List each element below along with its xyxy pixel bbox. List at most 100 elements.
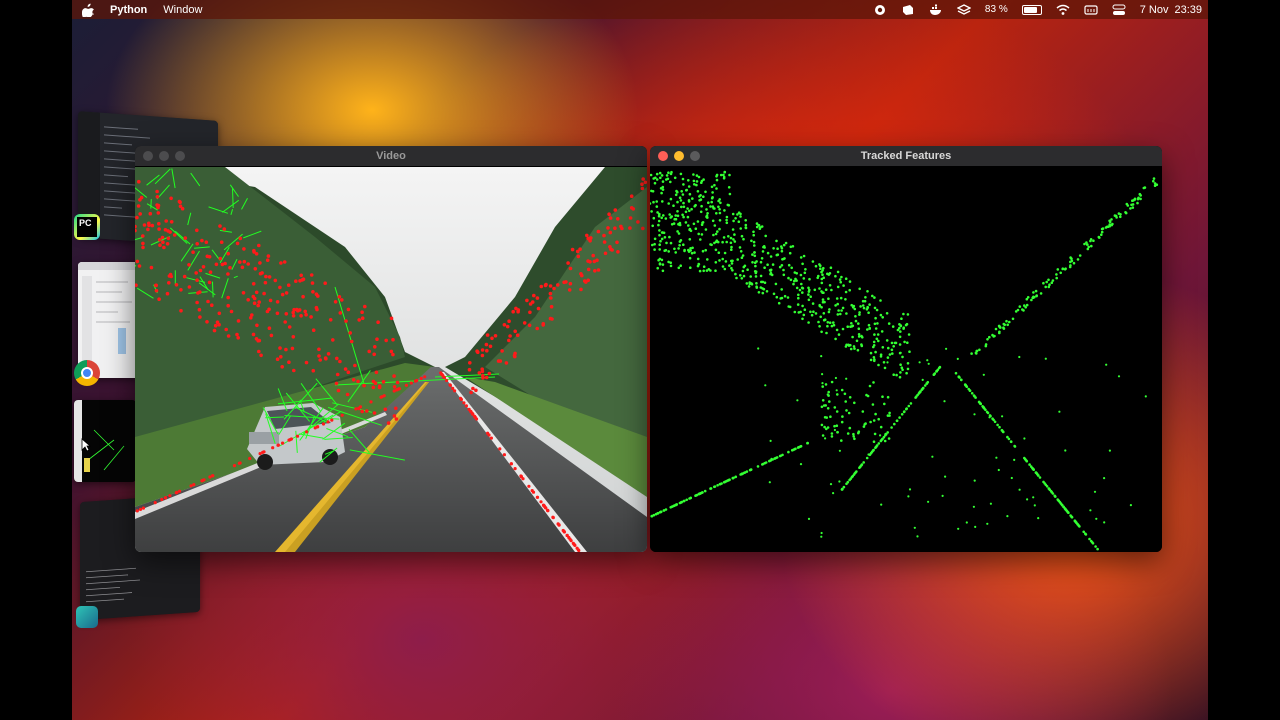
tracked-point bbox=[697, 262, 700, 266]
feature-point bbox=[394, 406, 398, 411]
feature-point bbox=[267, 307, 271, 312]
tracked-point bbox=[809, 310, 812, 314]
feature-point bbox=[226, 303, 230, 308]
tracked-point bbox=[984, 408, 987, 412]
terminal-icon[interactable] bbox=[76, 606, 98, 628]
feature-point bbox=[223, 261, 227, 266]
tracked-point bbox=[661, 185, 665, 189]
tracked-point bbox=[818, 287, 821, 290]
tracked-point bbox=[715, 212, 718, 215]
tracked-point bbox=[873, 333, 876, 336]
tracked-point bbox=[1003, 323, 1006, 327]
tracked-point bbox=[787, 276, 790, 280]
feature-point bbox=[258, 261, 262, 265]
tracked-point bbox=[907, 495, 910, 498]
tracked-point bbox=[718, 208, 721, 211]
feature-point bbox=[287, 360, 291, 364]
road-video-image bbox=[135, 167, 647, 552]
tracked-point bbox=[655, 178, 659, 181]
feature-point bbox=[579, 287, 583, 292]
feature-point bbox=[311, 368, 316, 373]
tracked-point bbox=[712, 233, 715, 237]
feature-point bbox=[164, 496, 168, 500]
tracked-point bbox=[803, 308, 807, 311]
tracked-point bbox=[872, 340, 876, 344]
tracked-point bbox=[1049, 489, 1053, 493]
video-window-titlebar[interactable]: Video bbox=[135, 146, 647, 166]
apple-icon[interactable] bbox=[82, 3, 94, 17]
tracked-point bbox=[821, 399, 825, 402]
tracked-point bbox=[664, 217, 668, 220]
tracked-point bbox=[822, 266, 825, 270]
tracked-point bbox=[735, 276, 738, 280]
video-window[interactable]: Video bbox=[135, 146, 647, 552]
pycharm-icon[interactable]: PC bbox=[74, 214, 100, 240]
tracked-point bbox=[702, 195, 705, 198]
feature-point bbox=[229, 309, 234, 314]
tracked-point bbox=[661, 200, 664, 203]
feature-point bbox=[175, 490, 179, 494]
tracked-features-window[interactable]: Tracked Features bbox=[650, 146, 1162, 552]
tracked-point bbox=[761, 291, 765, 295]
chrome-icon[interactable] bbox=[74, 360, 100, 386]
app-menu-python[interactable]: Python bbox=[110, 4, 147, 16]
docker-icon[interactable] bbox=[929, 4, 943, 16]
tracked-point bbox=[827, 297, 830, 300]
time-label[interactable]: 23:39 bbox=[1174, 4, 1202, 16]
tracked-point bbox=[835, 328, 839, 332]
feature-point bbox=[224, 327, 228, 332]
tracked-point bbox=[669, 264, 673, 268]
control-center-icon[interactable] bbox=[1112, 4, 1126, 16]
tracked-point bbox=[807, 293, 810, 296]
tracked-point bbox=[836, 270, 840, 274]
record-icon[interactable] bbox=[873, 4, 887, 16]
tracked-point bbox=[795, 286, 799, 290]
tracked-point bbox=[904, 323, 908, 327]
tracked-point bbox=[651, 243, 654, 247]
tracked-point bbox=[872, 419, 876, 422]
tracked-point bbox=[710, 200, 713, 204]
tracked-point bbox=[845, 312, 848, 315]
menu-window[interactable]: Window bbox=[163, 4, 202, 16]
tracked-point bbox=[857, 327, 861, 330]
tracked-point bbox=[845, 377, 848, 380]
tracked-point bbox=[719, 173, 723, 177]
date-label[interactable]: 7 Nov bbox=[1140, 4, 1169, 16]
tracked-point bbox=[728, 173, 731, 177]
tracked-point bbox=[907, 404, 911, 408]
tracked-point bbox=[1103, 521, 1106, 524]
feature-point bbox=[208, 270, 213, 274]
tracked-point bbox=[1063, 268, 1067, 271]
tracked-point bbox=[943, 400, 946, 403]
feature-point bbox=[210, 303, 214, 307]
tracked-point bbox=[755, 282, 758, 285]
feature-point bbox=[168, 272, 173, 277]
keyboard-icon[interactable] bbox=[1084, 4, 1098, 16]
tracked-point bbox=[954, 371, 958, 375]
tracked-point bbox=[721, 240, 724, 244]
tracked-point bbox=[898, 326, 901, 330]
feature-point bbox=[241, 291, 246, 295]
wifi-icon[interactable] bbox=[1056, 4, 1070, 16]
stack-icon[interactable] bbox=[956, 3, 971, 16]
tracked-point bbox=[660, 174, 664, 177]
tracked-point bbox=[799, 444, 803, 448]
tracked-point bbox=[793, 279, 796, 283]
battery-icon[interactable] bbox=[1021, 4, 1042, 15]
feature-point bbox=[155, 203, 159, 207]
feature-point bbox=[469, 390, 473, 395]
tracked-point bbox=[1028, 463, 1031, 466]
feature-point bbox=[496, 359, 501, 363]
tracked-point bbox=[883, 402, 886, 406]
tracked-point bbox=[661, 180, 665, 183]
layers-icon[interactable] bbox=[901, 4, 915, 16]
tracked-window-titlebar[interactable]: Tracked Features bbox=[650, 146, 1162, 166]
tracked-point bbox=[664, 248, 668, 252]
tracked-point bbox=[1136, 197, 1140, 201]
tracked-point bbox=[655, 205, 659, 208]
feature-point bbox=[294, 279, 298, 283]
feature-point bbox=[238, 260, 242, 264]
tracked-point bbox=[679, 199, 683, 202]
tracked-point bbox=[1018, 355, 1021, 359]
battery-percentage[interactable]: 83 % bbox=[985, 4, 1008, 15]
